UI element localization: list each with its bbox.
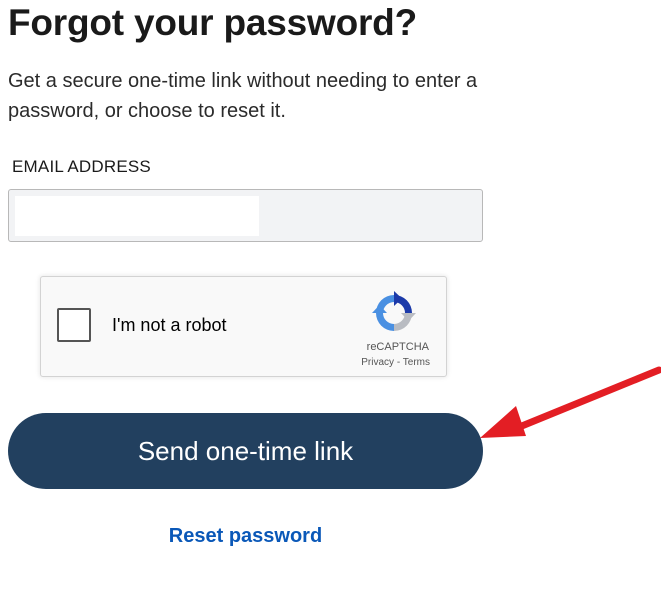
page-subtitle: Get a secure one-time link without needi… <box>8 70 478 122</box>
reset-password-link[interactable]: Reset password <box>0 525 491 548</box>
page-title: Forgot your password? <box>8 2 417 43</box>
email-label: EMAIL ADDRESS <box>12 157 151 176</box>
recaptcha-brand: reCAPTCHA <box>366 341 429 353</box>
recaptcha-links: Privacy - Terms <box>361 357 430 368</box>
recaptcha-label: I'm not a robot <box>112 315 227 335</box>
recaptcha-widget: I'm not a robot reCAPTCHA Privacy - Term… <box>40 276 447 377</box>
send-one-time-link-button[interactable]: Send one-time link <box>8 413 483 489</box>
recaptcha-logo-icon <box>372 291 416 331</box>
recaptcha-terms-link[interactable]: Terms <box>403 357 430 368</box>
forgot-password-page: Forgot your password? Get a secure one-t… <box>0 0 661 598</box>
recaptcha-links-separator: - <box>394 357 403 368</box>
red-arrow-annotation <box>480 366 661 438</box>
email-redacted-overlay <box>15 196 259 236</box>
recaptcha-checkbox[interactable] <box>57 308 91 342</box>
recaptcha-privacy-link[interactable]: Privacy <box>361 357 394 368</box>
